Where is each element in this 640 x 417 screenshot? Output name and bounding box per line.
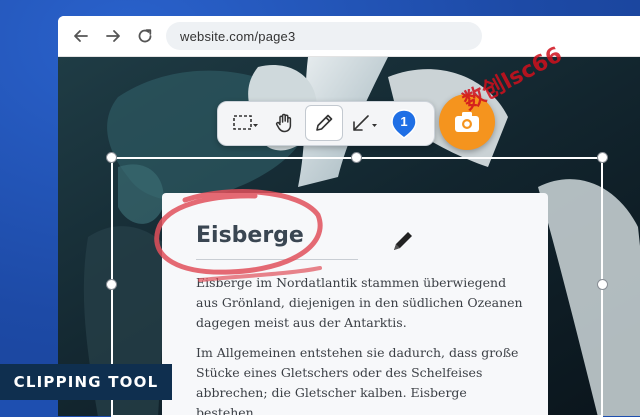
resize-handle-top-left[interactable] — [106, 152, 117, 163]
step-marker-tool[interactable]: 1 — [391, 109, 417, 139]
dashed-rectangle-icon — [233, 115, 258, 130]
resize-handle-top[interactable] — [351, 152, 362, 163]
hand-icon — [275, 113, 292, 133]
arrow-icon — [353, 115, 377, 131]
resize-handle-right[interactable] — [597, 279, 608, 290]
resize-handle-top-right[interactable] — [597, 152, 608, 163]
pen-tool[interactable] — [305, 105, 343, 141]
reload-icon[interactable] — [134, 25, 156, 47]
forward-arrow-icon[interactable] — [102, 25, 124, 47]
pencil-icon — [316, 114, 333, 131]
product-label: CLIPPING TOOL — [0, 364, 172, 400]
watermark: 数创lsc66 — [459, 41, 567, 115]
resize-handle-left[interactable] — [106, 279, 117, 290]
url-text: website.com/page3 — [180, 29, 296, 44]
selection-frame[interactable] — [111, 157, 603, 417]
rectangle-select-tool[interactable] — [230, 108, 260, 138]
badge-number: 1 — [400, 114, 408, 129]
arrow-tool[interactable] — [350, 108, 380, 138]
clipping-toolbar: 1 — [217, 101, 435, 146]
address-bar[interactable]: website.com/page3 — [166, 22, 482, 50]
pan-tool[interactable] — [270, 108, 300, 138]
back-arrow-icon[interactable] — [70, 25, 92, 47]
product-label-text: CLIPPING TOOL — [13, 373, 159, 391]
svg-text:数创lsc66: 数创lsc66 — [459, 41, 567, 115]
